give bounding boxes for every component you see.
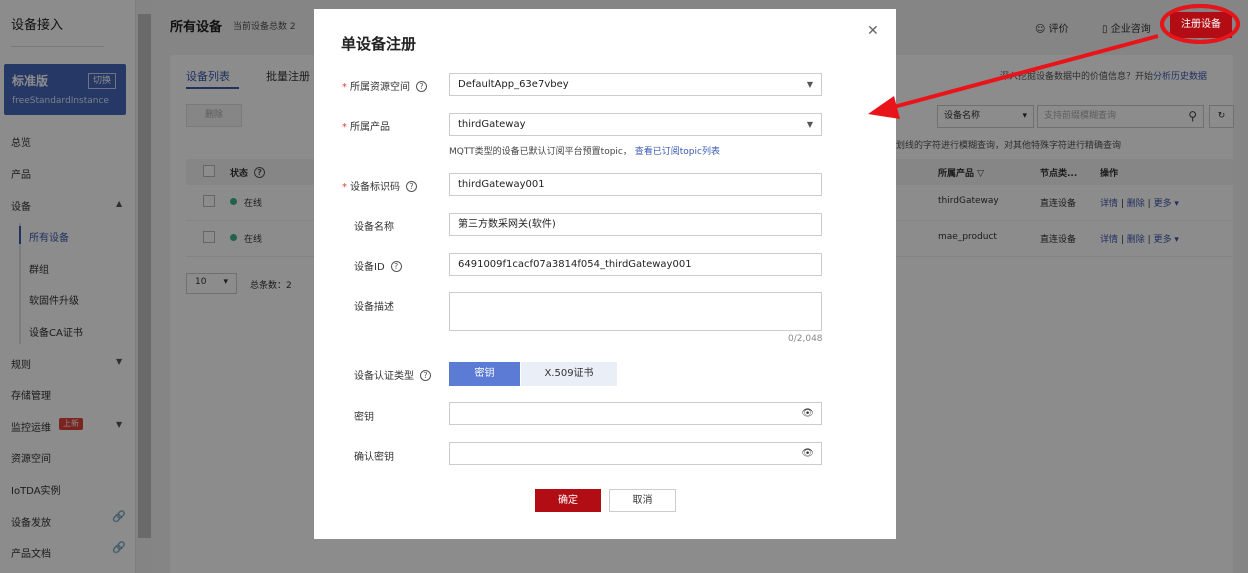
annotation-arrowhead <box>868 96 900 119</box>
register-dialog: 单设备注册 ✕ * 所属资源空间? DefaultApp_63e7vbey ▼ * 所… <box>314 9 896 539</box>
product-value: thirdGateway <box>458 119 526 130</box>
cancel-button[interactable]: 取消 <box>609 489 676 512</box>
eye-off-icon[interactable]: 👁 <box>801 443 814 464</box>
annotation-arrow-line <box>889 34 1159 110</box>
device-name-label: 设备名称 <box>354 222 394 233</box>
ok-button[interactable]: 确定 <box>535 489 601 512</box>
space-label: * 所属资源空间? <box>342 78 427 93</box>
description-textarea[interactable] <box>449 292 822 331</box>
product-label-text: 所属产品 <box>350 122 390 133</box>
description-label: 设备描述 <box>354 302 394 313</box>
device-id-label: 设备ID? <box>354 258 402 273</box>
required-mark: * <box>342 182 347 193</box>
node-id-label-text: 设备标识码 <box>350 182 400 193</box>
node-id-input[interactable]: thirdGateway001 <box>449 173 822 196</box>
help-icon[interactable]: ? <box>420 370 431 381</box>
node-id-label: * 设备标识码? <box>342 178 417 193</box>
help-icon[interactable]: ? <box>406 181 417 192</box>
secret-input[interactable]: 👁 <box>449 402 822 425</box>
annotation-circle <box>1160 4 1240 44</box>
annotation-arrow <box>868 34 1159 119</box>
product-label: * 所属产品 <box>342 118 390 133</box>
required-mark: * <box>342 122 347 133</box>
auth-x509-option[interactable]: X.509证书 <box>521 362 617 386</box>
device-id-label-text: 设备ID <box>354 262 385 273</box>
description-counter: 0/2,048 <box>788 334 823 344</box>
resource-space-select[interactable]: DefaultApp_63e7vbey ▼ <box>449 73 822 96</box>
confirm-secret-input[interactable]: 👁 <box>449 442 822 465</box>
auth-type-label: 设备认证类型? <box>354 367 431 382</box>
confirm-secret-label: 确认密钥 <box>354 452 394 463</box>
help-icon[interactable]: ? <box>390 261 402 272</box>
device-id-input[interactable]: 6491009f1cacf07a3814f054_thirdGateway001 <box>449 253 822 276</box>
mqtt-note-text: MQTT类型的设备已默认订阅平台预置topic， <box>449 147 632 157</box>
resource-space-value: DefaultApp_63e7vbey <box>458 79 569 90</box>
mqtt-note: MQTT类型的设备已默认订阅平台预置topic， 查看已订阅topic列表 <box>449 144 720 157</box>
device-name-input[interactable]: 第三方数采网关(软件) <box>449 213 822 236</box>
help-icon[interactable]: ? <box>416 81 427 92</box>
topic-list-link[interactable]: 查看已订阅topic列表 <box>635 147 720 157</box>
auth-type-label-text: 设备认证类型 <box>354 371 414 382</box>
dialog-title: 单设备注册 <box>341 35 417 53</box>
secret-label: 密钥 <box>354 412 374 423</box>
auth-secret-option[interactable]: 密钥 <box>449 362 520 386</box>
space-label-text: 所属资源空间 <box>350 82 410 93</box>
caret-down-icon: ▼ <box>806 120 813 129</box>
required-mark: * <box>342 82 347 93</box>
product-select[interactable]: thirdGateway ▼ <box>449 113 822 136</box>
caret-down-icon: ▼ <box>806 80 813 89</box>
eye-off-icon[interactable]: 👁 <box>801 403 814 424</box>
